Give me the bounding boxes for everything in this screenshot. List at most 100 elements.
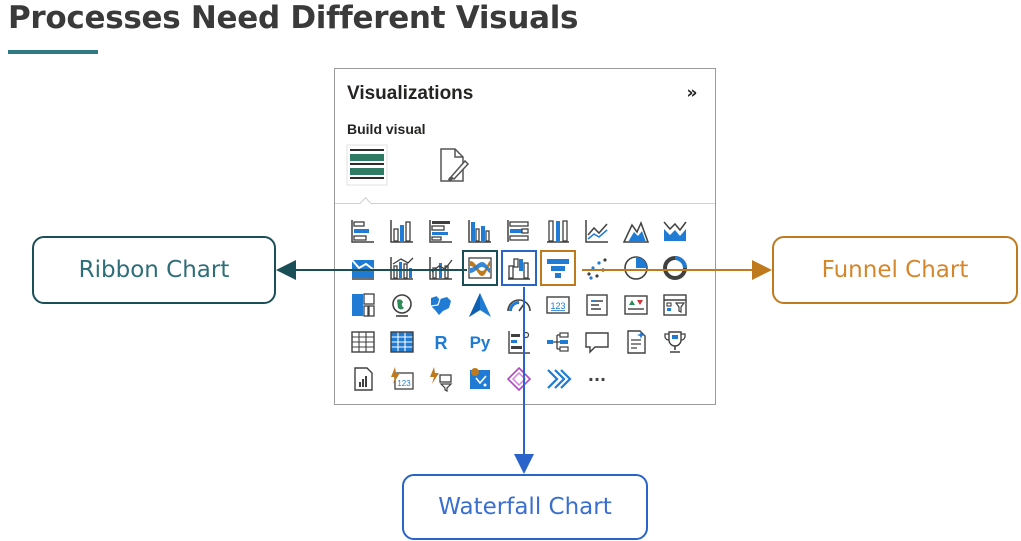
kpi-button[interactable] (620, 289, 652, 321)
line-and-clustered-column-chart-2-button[interactable] (425, 252, 457, 284)
line-and-clustered-column-chart-icon (390, 257, 414, 280)
stacked-bar-chart-button[interactable] (347, 215, 379, 247)
smart-narrative-icon (627, 330, 646, 354)
power-bi-visual-button[interactable] (503, 363, 535, 395)
treemap-icon (352, 293, 375, 317)
line-and-clustered-column-chart-button[interactable] (386, 252, 418, 284)
azure-map-icon (469, 293, 491, 317)
ribbon-chart-icon (468, 257, 492, 279)
area-chart-icon (622, 221, 650, 243)
power-automate-icon (430, 367, 453, 392)
clustered-bar-chart-button[interactable] (425, 215, 457, 247)
slicer-icon (663, 294, 687, 316)
format-paintbrush-icon (440, 148, 470, 182)
donut-chart-icon (663, 256, 687, 280)
ribbon-chart-button[interactable] (462, 250, 498, 286)
stacked-column-chart-icon (390, 220, 413, 243)
qa-button[interactable] (581, 326, 613, 358)
metrics-button[interactable] (659, 326, 691, 358)
clustered-column-chart-button[interactable] (464, 215, 496, 247)
smart-narrative-button[interactable] (620, 326, 652, 358)
selected-tab-indicator (359, 197, 372, 210)
waterfall-chart-callout: Waterfall Chart (402, 474, 648, 540)
tab-divider (335, 203, 715, 204)
clustered-bar-chart-icon (429, 220, 452, 243)
more-visuals-icon: ··· (587, 369, 607, 389)
arcgis-map-button[interactable] (464, 363, 496, 395)
build-visual-label: Build visual (347, 121, 426, 137)
svg-text:R: R (435, 333, 448, 353)
scatter-chart-button[interactable] (581, 252, 613, 284)
metrics-icon (664, 331, 686, 353)
ribbon-chart-callout: Ribbon Chart (32, 236, 276, 304)
format-visual-tab[interactable] (431, 143, 475, 187)
slicer-button[interactable] (659, 289, 691, 321)
table-button[interactable] (347, 326, 379, 358)
stacked-bar-chart-icon (351, 220, 374, 243)
stacked-column-chart-button[interactable] (386, 215, 418, 247)
page-title: Processes Need Different Visuals (8, 0, 579, 36)
map-button[interactable] (386, 289, 418, 321)
title-underline (8, 50, 98, 54)
waterfall-chart-icon (508, 258, 530, 280)
treemap-button[interactable] (347, 289, 379, 321)
visual-type-gallery: 123 R Py 123 ··· (347, 215, 691, 395)
paginated-report-icon (354, 367, 373, 391)
100-stacked-column-chart-button[interactable] (542, 215, 574, 247)
pie-chart-button[interactable] (620, 252, 652, 284)
100-stacked-bar-chart-icon (507, 220, 529, 242)
100-stacked-bar-chart-button[interactable] (503, 215, 535, 247)
decomposition-tree-button[interactable] (542, 326, 574, 358)
paginated-report-button[interactable] (347, 363, 379, 395)
funnel-chart-icon (547, 259, 569, 278)
multi-row-card-button[interactable] (581, 289, 613, 321)
decomposition-tree-icon (547, 332, 569, 352)
gauge-icon (507, 299, 531, 312)
card-button[interactable]: 123 (542, 289, 574, 321)
sparkline-button[interactable] (542, 363, 574, 395)
r-script-visual-icon: R (435, 333, 448, 353)
key-influencers-button[interactable] (503, 326, 535, 358)
funnel-chart-button[interactable] (540, 250, 576, 286)
svg-text:123: 123 (550, 301, 565, 311)
stacked-area-chart-button[interactable] (659, 215, 691, 247)
area-chart-button[interactable] (620, 215, 652, 247)
waterfall-chart-button[interactable] (501, 250, 537, 286)
python-visual-button[interactable]: Py (464, 326, 496, 358)
filled-map-button[interactable] (425, 289, 457, 321)
more-visuals-button[interactable]: ··· (581, 363, 613, 395)
visualizations-pane: Visualizations » Build visual 123 R Py 1… (334, 68, 716, 405)
funnel-chart-callout: Funnel Chart (772, 236, 1018, 304)
map-icon (392, 294, 412, 317)
clustered-column-chart-icon (468, 220, 491, 243)
power-apps-icon: 123 (391, 367, 414, 390)
line-and-stacked-column-chart-button[interactable] (347, 252, 379, 284)
line-and-clustered-column-chart-2-icon (429, 257, 453, 280)
power-automate-button[interactable] (425, 363, 457, 395)
donut-chart-button[interactable] (659, 252, 691, 284)
visualizations-pane-title: Visualizations (347, 83, 474, 104)
r-script-visual-button[interactable]: R (425, 326, 457, 358)
svg-text:Py: Py (470, 333, 491, 352)
line-chart-icon (585, 220, 608, 243)
line-and-stacked-column-chart-icon (351, 259, 375, 280)
stacked-area-chart-icon (663, 221, 687, 241)
svg-text:123: 123 (397, 379, 411, 388)
build-visual-tab[interactable] (345, 143, 389, 187)
python-visual-icon: Py (470, 333, 491, 352)
table-icon (351, 331, 375, 353)
card-icon: 123 (546, 296, 570, 314)
pie-chart-icon (624, 256, 648, 280)
kpi-icon (624, 295, 648, 315)
power-apps-button[interactable]: 123 (386, 363, 418, 395)
key-influencers-icon (508, 331, 530, 354)
collapse-pane-button[interactable]: » (683, 83, 701, 103)
filled-map-icon (430, 295, 451, 315)
matrix-button[interactable] (386, 326, 418, 358)
line-chart-button[interactable] (581, 215, 613, 247)
gauge-button[interactable] (503, 289, 535, 321)
matrix-icon (390, 331, 414, 353)
azure-map-button[interactable] (464, 289, 496, 321)
100-stacked-column-chart-icon (547, 220, 569, 243)
scatter-chart-icon (587, 258, 607, 280)
